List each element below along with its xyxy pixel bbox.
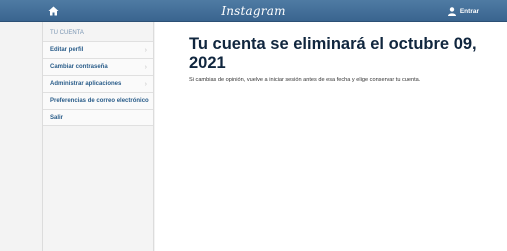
chevron-right-icon: › <box>144 47 147 54</box>
sidebar-item-label: Salir <box>50 115 64 121</box>
sidebar-item-label: Administrar aplicaciones <box>50 81 122 87</box>
user-icon <box>447 6 456 16</box>
sidebar-item-label: Editar perfil <box>50 47 84 53</box>
main-content: Tu cuenta se eliminará el octubre 09, 20… <box>155 22 507 251</box>
sidebar-item-email-preferences[interactable]: Preferencias de correo electrónico <box>43 92 153 109</box>
chevron-right-icon: › <box>144 64 147 71</box>
deletion-notice: Si cambias de opinión, vuelve a iniciar … <box>189 77 421 83</box>
page-title: Tu cuenta se eliminará el octubre 09, 20… <box>189 35 477 72</box>
account-sidebar: TU CUENTA Editar perfil › Cambiar contra… <box>42 22 154 251</box>
login-button[interactable]: Entrar <box>447 0 479 22</box>
sidebar-item-manage-apps[interactable]: Administrar aplicaciones › <box>43 75 153 92</box>
top-bar: Instagram Entrar <box>0 0 507 22</box>
sidebar-item-change-password[interactable]: Cambiar contraseña › <box>43 58 153 75</box>
chevron-right-icon: › <box>144 81 147 88</box>
sidebar-item-logout[interactable]: Salir <box>43 109 153 126</box>
sidebar-item-edit-profile[interactable]: Editar perfil › <box>43 41 153 58</box>
instagram-logo[interactable]: Instagram <box>0 0 507 22</box>
login-label: Entrar <box>459 7 479 15</box>
sidebar-heading: TU CUENTA <box>50 30 84 36</box>
sidebar-item-label: Cambiar contraseña <box>50 64 108 70</box>
sidebar-item-label: Preferencias de correo electrónico <box>50 98 149 104</box>
